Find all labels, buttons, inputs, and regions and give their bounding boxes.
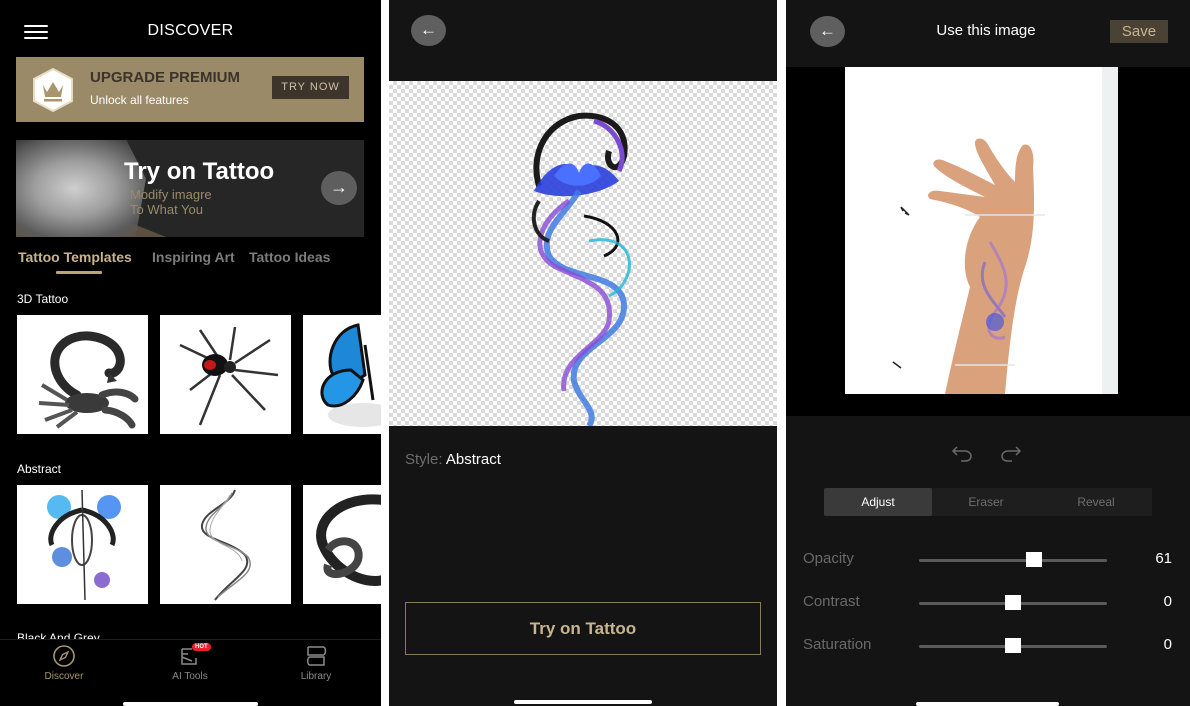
tab-tattoo-ideas[interactable]: Tattoo Ideas: [249, 249, 330, 265]
contrast-slider[interactable]: [919, 595, 1107, 610]
section-title-abstract: Abstract: [17, 462, 62, 476]
template-thumb-spider[interactable]: [160, 315, 291, 434]
photo-edge-strip: [1102, 67, 1118, 394]
discover-header: DISCOVER: [0, 0, 381, 56]
tattoo-preview-screen: ← Style: Abstract Try on Tattoo: [389, 0, 777, 706]
redo-icon[interactable]: [1000, 441, 1022, 463]
screenshot-stage: DISCOVER UPGRADE PREMIUM Unlock all feat…: [0, 0, 1190, 706]
saturation-slider-row: Saturation 0: [786, 634, 1190, 658]
library-icon: [307, 646, 327, 666]
saturation-label: Saturation: [803, 636, 872, 653]
mode-eraser[interactable]: Eraser: [932, 488, 1040, 516]
resize-handle-icon: [900, 206, 910, 216]
premium-title: UPGRADE PREMIUM: [90, 69, 241, 86]
active-tab-indicator: [56, 271, 102, 274]
nav-label-ai-tools: AI Tools: [172, 671, 208, 682]
opacity-label: Opacity: [803, 550, 854, 567]
style-value: Abstract: [445, 451, 501, 468]
style-label: Style:: [405, 451, 443, 468]
page-title: DISCOVER: [147, 22, 234, 39]
opacity-value: 61: [1155, 550, 1172, 567]
section-title-3d-tattoo: 3D Tattoo: [17, 292, 69, 306]
opacity-slider-row: Opacity 61: [786, 548, 1190, 572]
spider-artwork: [179, 326, 279, 426]
try-now-button[interactable]: TRY NOW: [272, 76, 349, 99]
crown-icon: [33, 68, 73, 112]
style-info: Style: Abstract: [405, 451, 501, 468]
saturation-slider[interactable]: [919, 638, 1107, 653]
arrow-right-icon[interactable]: →: [321, 171, 357, 205]
rotate-handle-icon: [892, 361, 902, 369]
ribbon-knot-artwork: [316, 494, 381, 586]
butterfly-artwork: [320, 323, 381, 427]
template-thumb-scorpion[interactable]: [17, 315, 148, 434]
smoke-swirl-artwork: [200, 489, 251, 601]
template-thumb-angel-warrior[interactable]: [17, 485, 148, 604]
contrast-slider-thumb[interactable]: [1005, 595, 1021, 610]
angel-warrior-artwork: [47, 489, 121, 601]
home-indicator: [916, 702, 1059, 706]
discover-screen: DISCOVER UPGRADE PREMIUM Unlock all feat…: [0, 0, 381, 706]
saturation-value: 0: [1163, 636, 1172, 653]
banner-subtitle-line2: To What You: [130, 202, 203, 217]
hand-photo[interactable]: [845, 67, 1118, 394]
nav-label-library: Library: [300, 671, 332, 682]
saturation-slider-thumb[interactable]: [1005, 638, 1021, 653]
scorpion-artwork: [38, 331, 139, 429]
save-button[interactable]: Save: [1110, 20, 1168, 43]
opacity-slider-thumb[interactable]: [1025, 552, 1042, 567]
home-indicator: [514, 700, 652, 704]
try-on-tattoo-banner[interactable]: Try on Tattoo Modify imagre To What You …: [16, 140, 364, 237]
edit-mode-selector: Adjust Eraser Reveal: [824, 488, 1152, 516]
arrow-left-icon[interactable]: ←: [411, 15, 446, 46]
template-thumb-ribbon-knot[interactable]: [303, 485, 381, 604]
mode-reveal[interactable]: Reveal: [1040, 488, 1152, 516]
hand-with-tattoo-overlay: [892, 138, 1045, 394]
tattoo-preview-canvas: [389, 81, 777, 428]
contrast-value: 0: [1163, 593, 1172, 610]
upgrade-premium-banner[interactable]: UPGRADE PREMIUM Unlock all features TRY …: [16, 57, 364, 122]
tattoo-editor-screen: ← Use this image Save Adjust Eraser Reve…: [786, 0, 1190, 706]
abstract-lotus-tattoo-artwork: [531, 112, 631, 428]
premium-subtitle: Unlock all features: [90, 93, 189, 107]
mode-adjust[interactable]: Adjust: [824, 488, 932, 516]
template-thumb-butterfly[interactable]: [303, 315, 381, 434]
editor-canvas: [786, 67, 1190, 416]
template-thumb-smoke-swirl[interactable]: [160, 485, 291, 604]
contrast-slider-row: Contrast 0: [786, 591, 1190, 615]
banner-subtitle-line1: Modify imagre: [130, 187, 212, 202]
nav-label-discover: Discover: [44, 671, 84, 682]
bottom-navigation: Discover HOT AI Tools Library: [0, 639, 381, 706]
banner-model-photo: [16, 140, 146, 237]
contrast-label: Contrast: [803, 593, 860, 610]
home-indicator: [123, 702, 258, 706]
hot-badge: HOT: [192, 643, 211, 651]
undo-icon[interactable]: [951, 441, 973, 463]
tab-tattoo-templates[interactable]: Tattoo Templates: [18, 249, 132, 265]
compass-icon: [53, 645, 75, 667]
opacity-slider[interactable]: [919, 552, 1107, 567]
banner-title: Try on Tattoo: [124, 158, 275, 185]
try-on-tattoo-button[interactable]: Try on Tattoo: [405, 602, 761, 655]
tab-inspiring-art[interactable]: Inspiring Art: [152, 249, 235, 265]
